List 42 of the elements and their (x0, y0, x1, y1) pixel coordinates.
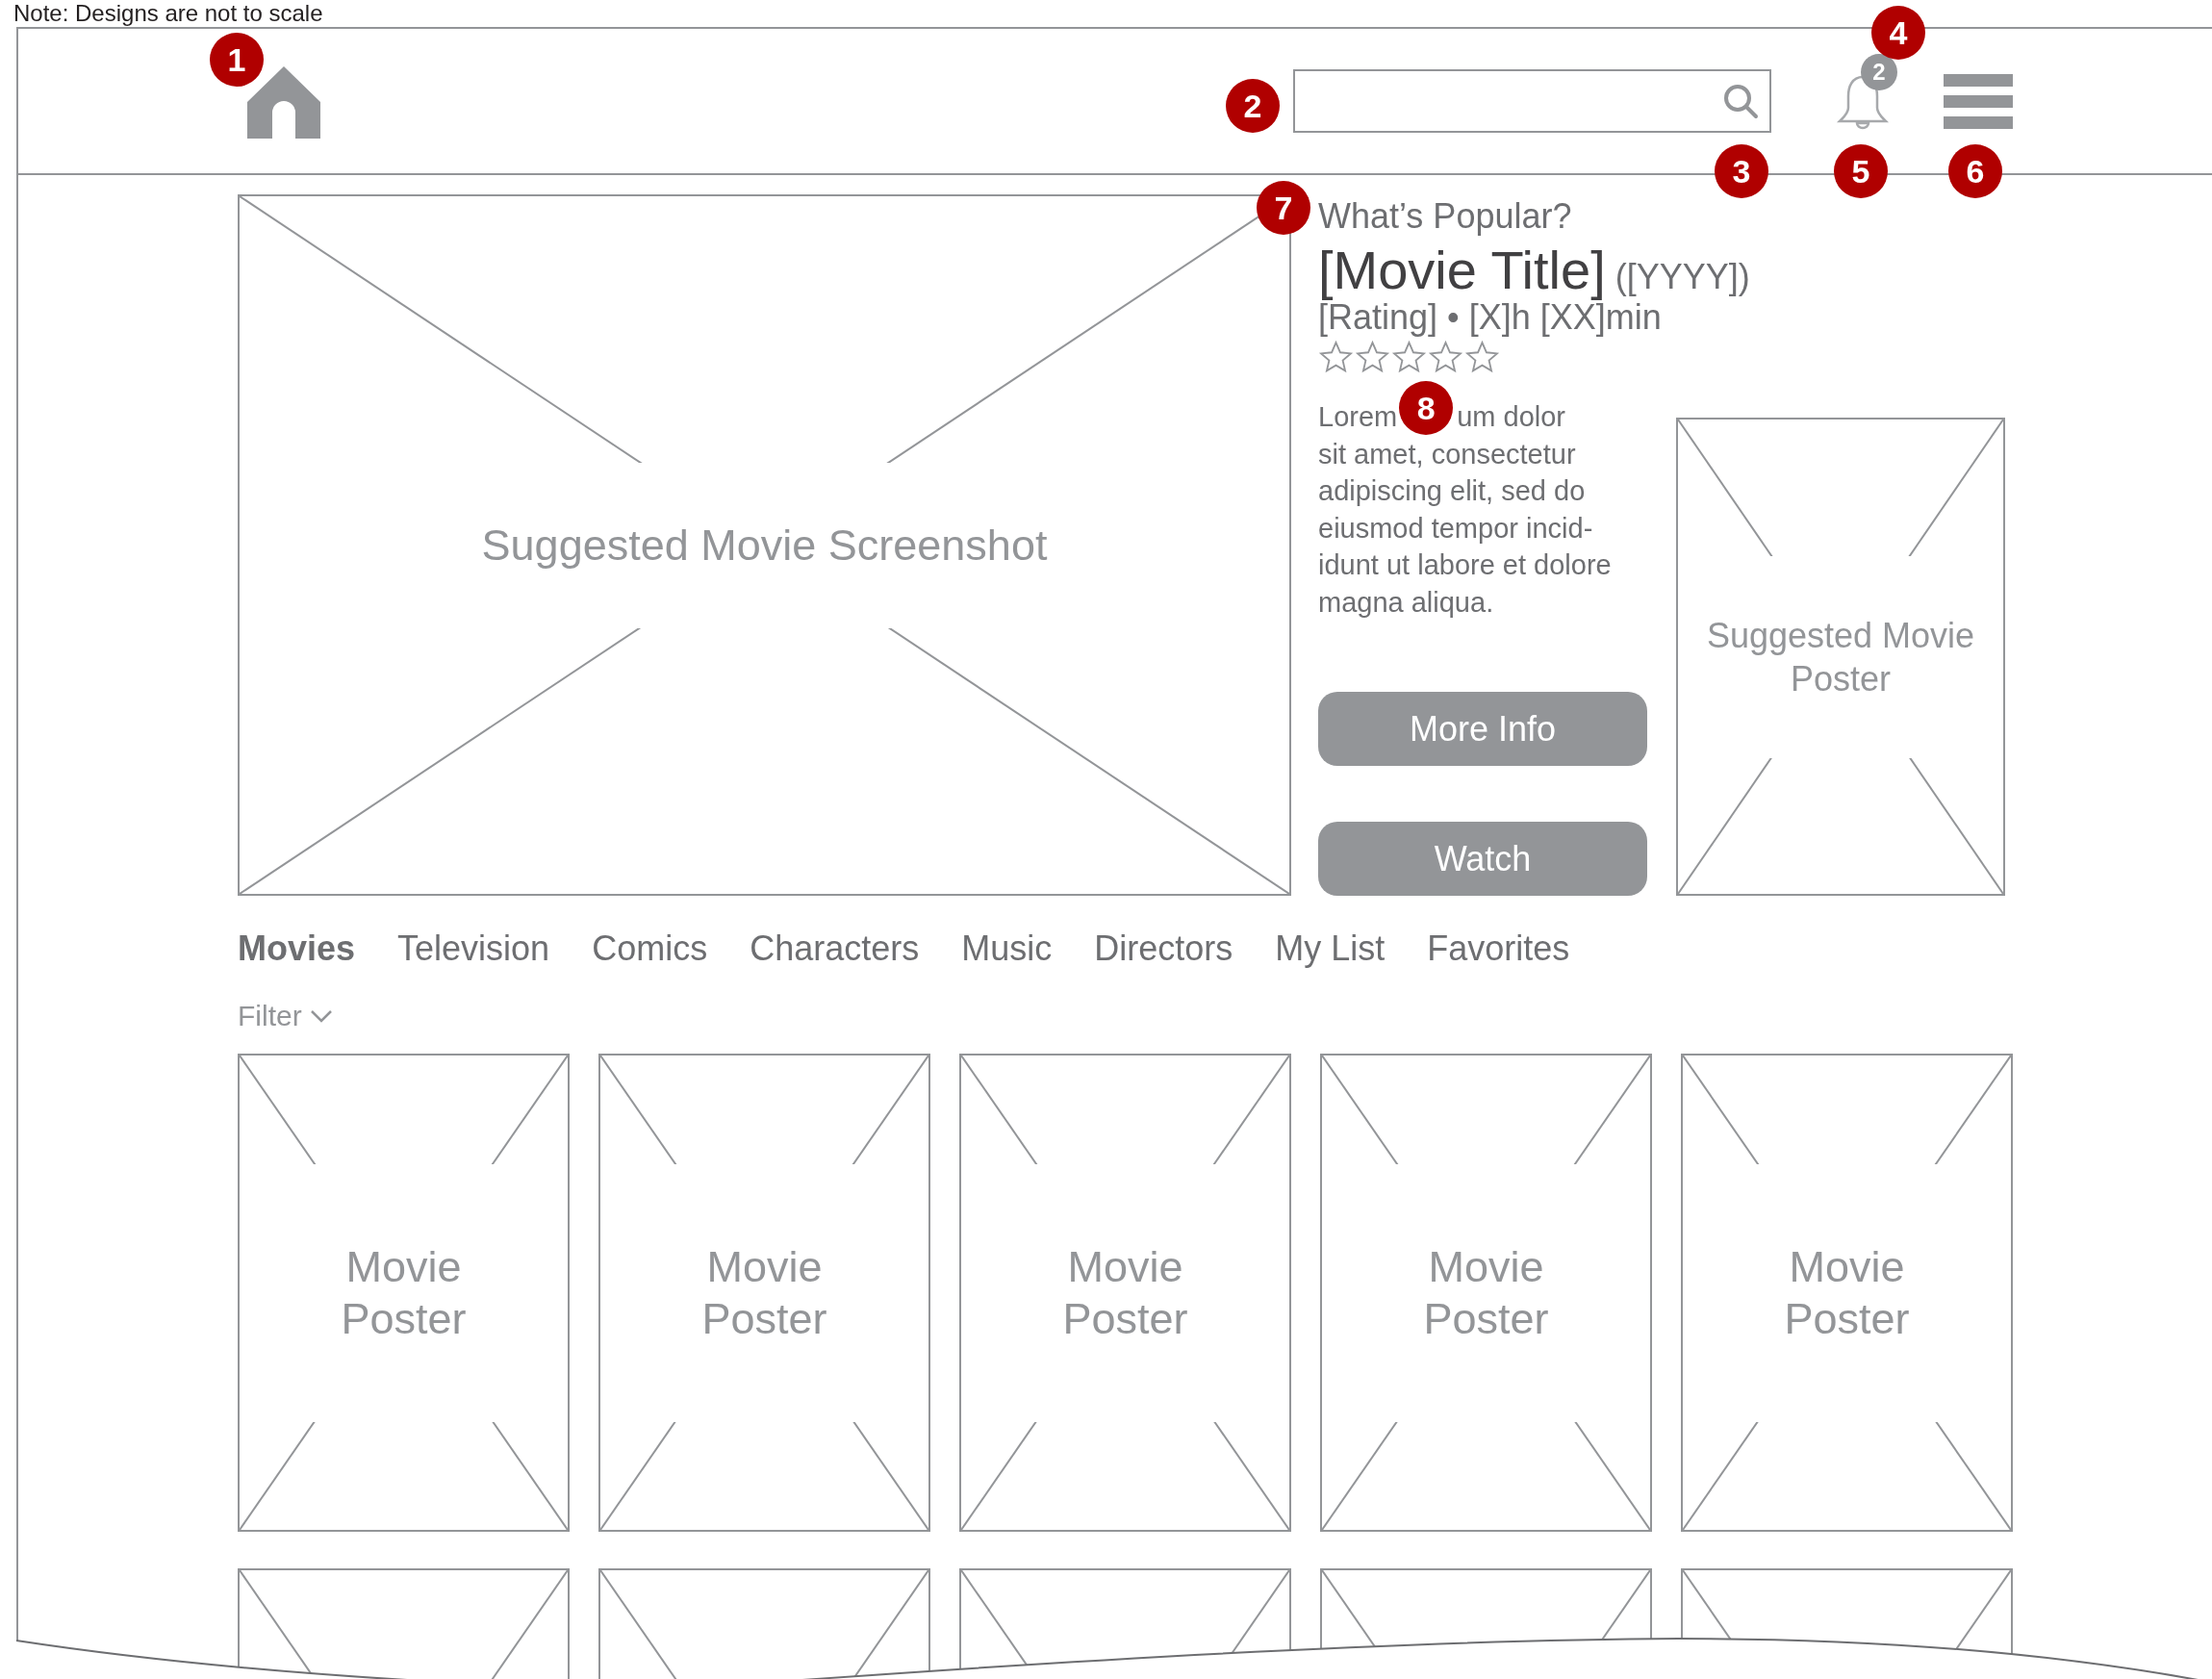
star-icon[interactable] (1464, 340, 1500, 375)
callout-badge: 8 (1399, 381, 1454, 436)
movie-title: [Movie Title] (1318, 240, 1606, 300)
notification-count: 2 (1861, 54, 1897, 90)
star-icon[interactable] (1428, 340, 1463, 375)
category-tab[interactable]: My List (1275, 929, 1386, 969)
callout-badge: 2 (1226, 79, 1280, 133)
description-fragment: Lorem (1318, 400, 1398, 434)
section-heading: What’s Popular? (1318, 196, 1573, 237)
action-button[interactable]: More Info (1318, 692, 1647, 766)
description-fragment: um dolor (1457, 400, 1566, 434)
callout-badge: 6 (1948, 144, 2002, 198)
category-tab[interactable]: Music (961, 929, 1053, 969)
home-icon[interactable] (246, 66, 321, 140)
category-tab[interactable]: Characters (750, 929, 920, 969)
image-placeholder[interactable]: Movie Poster (959, 1054, 1291, 1532)
search-icon[interactable] (1721, 82, 1760, 120)
callout-badge: 1 (210, 33, 264, 87)
menu-icon[interactable] (1944, 71, 2013, 131)
category-tab[interactable]: Directors (1094, 929, 1233, 969)
category-tab[interactable]: Favorites (1427, 929, 1570, 969)
movie-description: sit amet, consectetur adipiscing elit, sed do eiusmod tempor incid- idunt ut labore et dolore magna aliqua. (1318, 437, 1613, 620)
filter-dropdown[interactable]: Filter (238, 1000, 333, 1032)
caret-icon (309, 1009, 333, 1023)
action-button[interactable]: Watch (1318, 822, 1647, 896)
callout-badge: 7 (1257, 181, 1310, 235)
category-tab[interactable]: Comics (592, 929, 708, 969)
image-placeholder[interactable]: Movie Poster (1681, 1054, 2013, 1532)
callout-badge: 5 (1834, 144, 1888, 198)
image-placeholder[interactable]: Movie Poster (238, 1054, 570, 1532)
note-text: Note: Designs are not to scale (13, 0, 324, 27)
category-tab[interactable]: Television (397, 929, 550, 969)
search-field[interactable] (1293, 69, 1771, 133)
movie-year: ([YYYY]) (1615, 257, 1750, 296)
star-icon[interactable] (1391, 340, 1427, 375)
category-tab[interactable]: Movies (238, 929, 356, 969)
star-icon[interactable] (1355, 340, 1390, 375)
callout-badge: 3 (1715, 144, 1768, 198)
callout-badge: 4 (1871, 6, 1925, 60)
star-icon[interactable] (1318, 340, 1354, 375)
image-placeholder[interactable]: Movie Poster (1320, 1054, 1652, 1532)
image-placeholder[interactable]: Movie Poster (598, 1054, 930, 1532)
